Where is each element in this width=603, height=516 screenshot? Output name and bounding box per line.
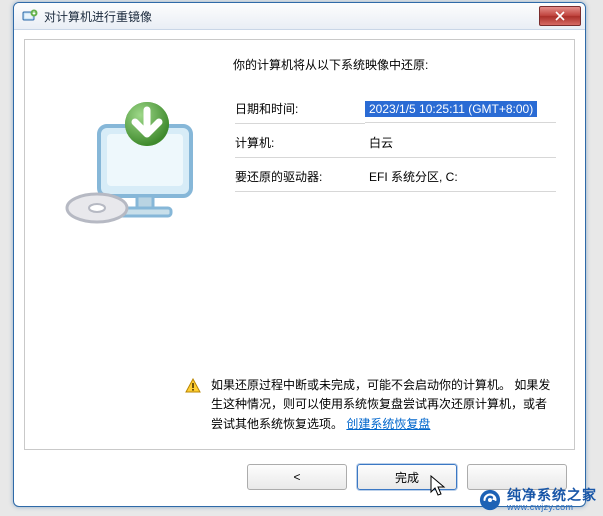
value-computer: 白云 (365, 135, 397, 151)
row-drives: 要还原的驱动器: EFI 系统分区, C: (235, 168, 556, 192)
create-recovery-disk-link[interactable]: 创建系统恢复盘 (346, 417, 430, 431)
finish-button[interactable]: 完成 (357, 464, 457, 490)
app-icon (22, 8, 38, 24)
close-icon (555, 11, 565, 21)
label-datetime: 日期和时间: (235, 100, 365, 124)
form: 日期和时间: 2023/1/5 10:25:11 (GMT+8:00) 计算机:… (235, 100, 556, 202)
back-button[interactable]: < (247, 464, 347, 490)
reimage-dialog: 对计算机进行重镜像 你的计算机将从以下系统映像中还原: (13, 2, 586, 507)
warning-line1: 如果还原过程中断或未完成，可能不会启动你的计算机。 (211, 378, 511, 392)
cancel-button[interactable] (467, 464, 567, 490)
label-computer: 计算机: (235, 134, 365, 158)
panel-heading: 你的计算机将从以下系统映像中还原: (233, 56, 556, 73)
footer: < 完成 (24, 458, 575, 496)
content-panel: 你的计算机将从以下系统映像中还原: (24, 39, 575, 450)
window-title: 对计算机进行重镜像 (44, 8, 539, 25)
value-datetime: 2023/1/5 10:25:11 (GMT+8:00) (365, 101, 537, 117)
titlebar: 对计算机进行重镜像 (14, 3, 585, 30)
row-computer: 计算机: 白云 (235, 134, 556, 158)
warning-icon (185, 378, 201, 394)
restore-computer-icon (59, 96, 209, 246)
warning-text: 如果还原过程中断或未完成，可能不会启动你的计算机。 如果发生这种情况，则可以使用… (211, 376, 554, 435)
value-drives: EFI 系统分区, C: (365, 169, 462, 185)
row-datetime: 日期和时间: 2023/1/5 10:25:11 (GMT+8:00) (235, 100, 556, 124)
label-drives: 要还原的驱动器: (235, 168, 365, 192)
close-button[interactable] (539, 6, 581, 26)
warning-block: 如果还原过程中断或未完成，可能不会启动你的计算机。 如果发生这种情况，则可以使用… (185, 376, 554, 435)
